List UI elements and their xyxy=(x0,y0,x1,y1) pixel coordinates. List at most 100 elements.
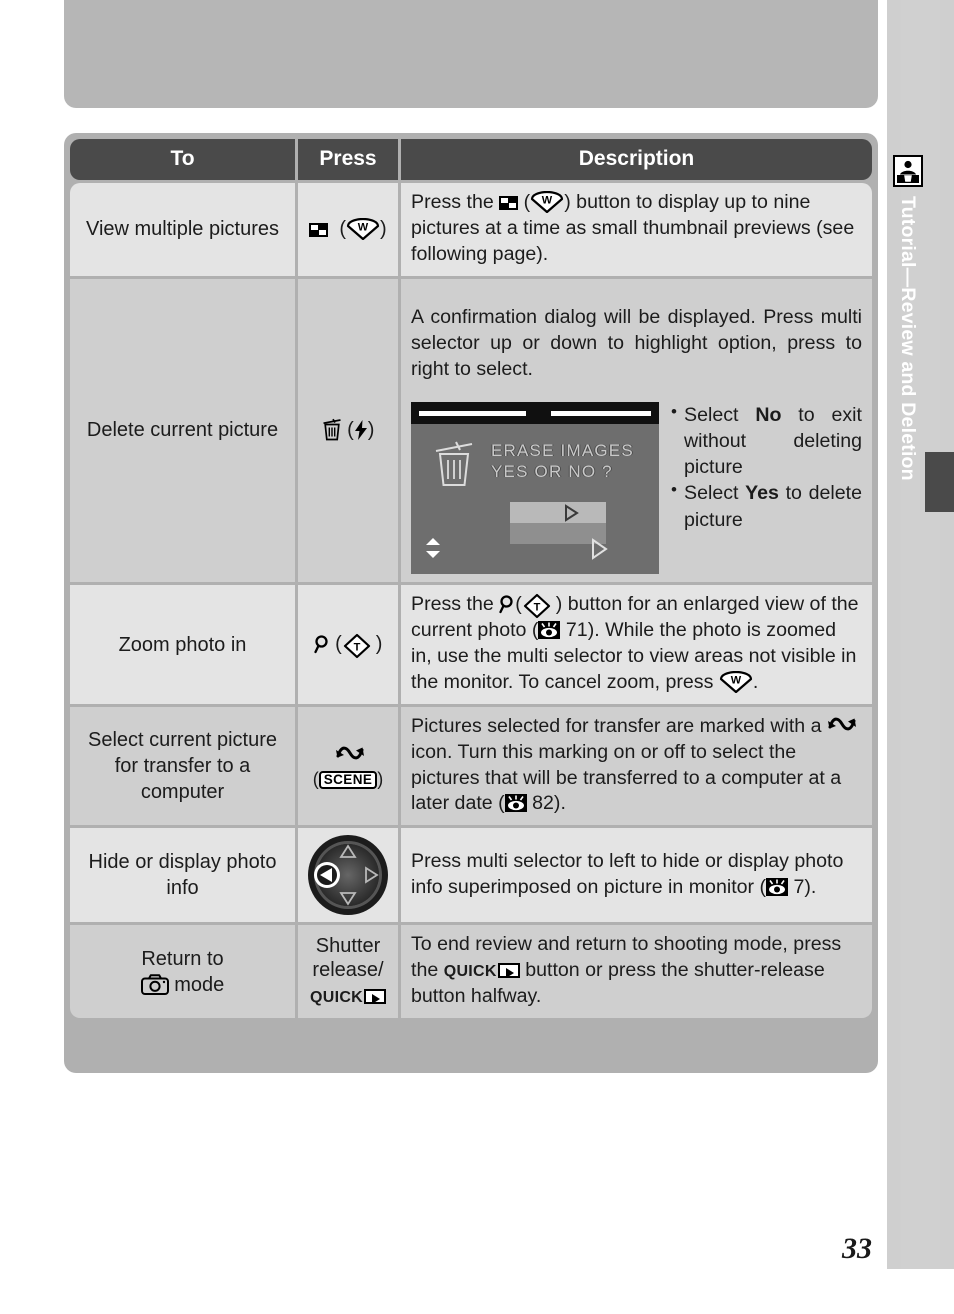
list-item: Select Yes to delete picture xyxy=(671,479,862,532)
table-header-row: To Press Description xyxy=(70,139,872,180)
lcd-right-cursor-icon xyxy=(562,504,580,530)
playback-arrow-icon xyxy=(497,963,520,979)
press-line2: release/ xyxy=(312,958,384,981)
chapter-rail-inner xyxy=(901,0,940,1269)
page-reference-icon xyxy=(504,794,527,813)
press-line1: Shutter xyxy=(315,934,381,957)
chapter-rail xyxy=(887,0,954,1269)
playback-arrow-icon xyxy=(364,989,387,1005)
page-number: 33 xyxy=(842,1232,872,1265)
lcd-updown-indicator-icon xyxy=(423,537,443,567)
cell-to: Delete current picture xyxy=(70,278,295,583)
wide-zoom-w-button: W xyxy=(719,670,753,693)
lcd-illustration-block: ERASE IMAGES YES OR NO ? • Select No to … xyxy=(411,401,862,575)
cell-description: Press the ( W ) button to display up to … xyxy=(401,183,872,276)
lcd-screen: ERASE IMAGES YES OR NO ? xyxy=(411,402,659,575)
cell-description: Press multi selector to left to hide or … xyxy=(401,828,872,923)
desc-text-a: Press the xyxy=(411,191,494,213)
scene-button: SCENE xyxy=(318,771,378,789)
wide-zoom-w-button: W xyxy=(530,191,564,213)
quick-label: QUICK xyxy=(309,989,364,1007)
press-quick-button: QUICK xyxy=(306,985,390,1008)
bullet-bold: No xyxy=(755,404,782,427)
bullet-pre: Select xyxy=(684,482,746,505)
manual-page: Tutorial—Review and Deletion To Press De… xyxy=(0,0,954,1314)
cell-press: Shutter release/ QUICK xyxy=(298,925,398,1018)
desc-intro: A confirmation dialog will be displayed.… xyxy=(411,306,862,380)
page-reference-icon xyxy=(538,621,561,640)
header-press: Press xyxy=(298,139,398,180)
desc-text-b: ). xyxy=(804,875,817,898)
table-head: To Press Description xyxy=(70,139,872,180)
svg-text:T: T xyxy=(533,602,540,614)
tele-zoom-t-button: T xyxy=(522,593,556,619)
table-body: View multiple pictures ( W ) Press the (… xyxy=(70,183,872,1018)
desc-text-a: Press the xyxy=(411,593,494,616)
cell-press: ( ) xyxy=(298,278,398,583)
tele-zoom-t-button: T xyxy=(342,633,376,659)
chapter-tab-text: Tutorial—Review and Deletion xyxy=(897,196,919,481)
lcd-line-2: YES OR NO ? xyxy=(491,462,613,482)
trash-can-icon xyxy=(322,418,342,441)
table-row: Zoom photo in ( T ) Press the (T) butt… xyxy=(70,585,872,704)
svg-text:T: T xyxy=(353,642,360,654)
cell-description: To end review and return to shooting mod… xyxy=(401,925,872,1018)
svg-text:W: W xyxy=(542,195,553,207)
lcd-text: ERASE IMAGES YES OR NO ? xyxy=(491,440,634,482)
transfer-wave-icon xyxy=(335,743,364,760)
shortcut-table: To Press Description View multiple pictu… xyxy=(64,133,878,1073)
cell-to-line2: mode xyxy=(78,972,287,998)
multi-selector-dial-left[interactable] xyxy=(307,834,389,916)
cell-to-mode-label: mode xyxy=(174,973,225,996)
svg-text:W: W xyxy=(358,221,369,233)
cell-press xyxy=(298,828,398,923)
cell-description: Press the ( T ) button for an enlarged v… xyxy=(401,585,872,704)
cell-to: Hide or display photo info xyxy=(70,828,295,923)
lcd-right-indicator-icon xyxy=(589,538,609,568)
header-description: Description xyxy=(401,139,872,180)
flash-bolt-icon xyxy=(354,420,368,441)
cell-to: Select current picture for transfer to a… xyxy=(70,706,295,826)
table-row: Delete current picture ( ) A confirmatio… xyxy=(70,278,872,583)
list-item: Select No to exit without deleting pictu… xyxy=(671,401,862,480)
desc-text-b: icon. Turn this marking on or off to sel… xyxy=(411,740,842,815)
cell-description: Pictures selected for transfer are marke… xyxy=(401,706,872,826)
cell-to: Zoom photo in xyxy=(70,585,295,704)
thumbnail-grid-icon xyxy=(309,222,329,237)
desc-text-c: ). xyxy=(553,792,566,815)
quick-label: QUICK xyxy=(443,963,497,981)
lcd-trash-icon xyxy=(433,440,475,496)
page-reference-number: 82 xyxy=(532,792,554,815)
cell-press: ( W ) xyxy=(298,183,398,276)
chapter-tab-marker xyxy=(925,452,954,512)
page-reference-number: 71 xyxy=(565,619,588,642)
page-reference-icon xyxy=(766,877,789,896)
svg-text:W: W xyxy=(731,674,742,686)
cell-to: View multiple pictures xyxy=(70,183,295,276)
cell-description: A confirmation dialog will be displayed.… xyxy=(401,278,872,583)
cell-to-line1: Return to xyxy=(141,947,224,970)
cell-to: Return to mode xyxy=(70,925,295,1018)
lcd-top-bar xyxy=(411,402,659,425)
page-reference-number: 7 xyxy=(793,875,805,898)
table-row: Select current picture for transfer to a… xyxy=(70,706,872,826)
magnifier-icon xyxy=(499,594,515,614)
table-row: Hide or display photo info Press multi s… xyxy=(70,828,872,923)
chapter-tab-label: Tutorial—Review and Deletion xyxy=(886,196,930,616)
bullet-pre: Select xyxy=(684,404,756,427)
table: To Press Description View multiple pictu… xyxy=(67,136,875,1021)
delete-bullets: Select No to exit without deleting pictu… xyxy=(671,401,862,532)
desc-text-a: Pictures selected for transfer are marke… xyxy=(411,714,822,737)
top-figure-placeholder xyxy=(64,0,878,108)
table-row: Return to mode Shutter release/ QUICK To… xyxy=(70,925,872,1018)
cell-press: (SCENE) xyxy=(298,706,398,826)
portrait-person-icon xyxy=(893,155,923,187)
lcd-option-highlighted[interactable] xyxy=(510,502,606,524)
transfer-wave-icon xyxy=(827,714,857,731)
header-to: To xyxy=(70,139,295,180)
camera-icon xyxy=(140,973,169,995)
bullet-bold: Yes xyxy=(745,482,779,505)
wide-zoom-w-button: W xyxy=(346,217,380,240)
desc-text-d: . xyxy=(752,670,759,693)
magnifier-icon xyxy=(313,634,330,654)
